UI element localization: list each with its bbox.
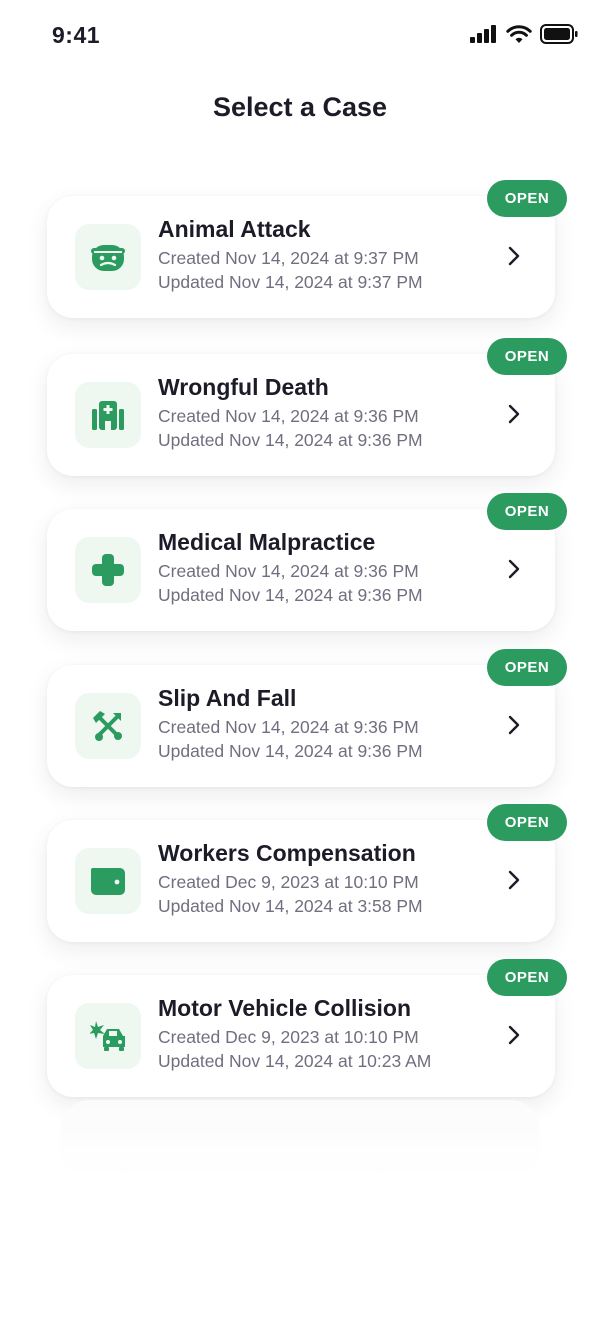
case-created-date: Created Dec 9, 2023 at 10:10 PM <box>158 1027 419 1047</box>
wifi-icon <box>506 25 532 43</box>
case-icon-box <box>75 1003 141 1069</box>
chevron-right-icon <box>508 559 520 579</box>
case-icon-box <box>75 848 141 914</box>
case-card-wrongful-death[interactable]: Wrongful Death Created Nov 14, 2024 at 9… <box>47 338 567 476</box>
medical-cross-icon <box>92 554 124 586</box>
status-badge: OPEN <box>487 959 567 996</box>
case-title: Medical Malpractice <box>158 529 376 555</box>
case-created-date: Created Nov 14, 2024 at 9:37 PM <box>158 248 419 268</box>
case-card-medical-malpractice[interactable]: Medical Malpractice Created Nov 14, 2024… <box>47 493 567 631</box>
case-updated-date: Updated Nov 14, 2024 at 3:58 PM <box>158 896 423 916</box>
case-card-animal-attack[interactable]: Animal Attack Created Nov 14, 2024 at 9:… <box>47 180 567 318</box>
case-title: Animal Attack <box>158 216 311 242</box>
case-updated-date: Updated Nov 14, 2024 at 9:36 PM <box>158 741 423 761</box>
chevron-right-icon <box>508 246 520 266</box>
page-title: Select a Case <box>212 92 388 122</box>
case-card-workers-compensation[interactable]: Workers Compensation Created Dec 9, 2023… <box>47 804 567 942</box>
status-bar: 9:41 <box>0 0 600 72</box>
chevron-right-icon <box>508 404 520 424</box>
case-updated-date: Updated Nov 14, 2024 at 10:23 AM <box>158 1051 432 1071</box>
cellular-signal-icon <box>470 25 496 43</box>
status-time: 9:41 <box>52 22 101 48</box>
list-bottom-fade <box>60 1100 540 1180</box>
hospital-icon <box>92 401 124 430</box>
crossed-tools-icon <box>93 711 122 741</box>
car-crash-icon <box>90 1021 125 1051</box>
case-icon-box <box>75 224 141 290</box>
animal-face-icon <box>91 245 125 271</box>
case-title: Wrongful Death <box>158 374 329 400</box>
chevron-right-icon <box>508 1025 520 1045</box>
case-title: Motor Vehicle Collision <box>158 995 412 1021</box>
status-badge: OPEN <box>487 804 567 841</box>
chevron-right-icon <box>508 715 520 735</box>
case-created-date: Created Nov 14, 2024 at 9:36 PM <box>158 406 419 426</box>
case-icon-box <box>75 693 141 759</box>
case-title: Workers Compensation <box>158 840 416 866</box>
case-created-date: Created Dec 9, 2023 at 10:10 PM <box>158 872 419 892</box>
case-icon-box <box>75 382 141 448</box>
case-icon-box <box>75 537 141 603</box>
case-title: Slip And Fall <box>158 685 297 711</box>
battery-icon <box>540 24 578 44</box>
case-card-slip-and-fall[interactable]: Slip And Fall Created Nov 14, 2024 at 9:… <box>47 649 567 787</box>
chevron-right-icon <box>508 870 520 890</box>
status-icons <box>470 24 578 44</box>
status-badge: OPEN <box>487 180 567 217</box>
case-created-date: Created Nov 14, 2024 at 9:36 PM <box>158 717 419 737</box>
wallet-icon <box>91 868 125 895</box>
status-badge: OPEN <box>487 493 567 530</box>
case-updated-date: Updated Nov 14, 2024 at 9:36 PM <box>158 585 423 605</box>
status-badge: OPEN <box>487 338 567 375</box>
case-created-date: Created Nov 14, 2024 at 9:36 PM <box>158 561 419 581</box>
status-badge: OPEN <box>487 649 567 686</box>
case-updated-date: Updated Nov 14, 2024 at 9:36 PM <box>158 430 423 450</box>
case-updated-date: Updated Nov 14, 2024 at 9:37 PM <box>158 272 423 292</box>
case-card-motor-vehicle-collision[interactable]: Motor Vehicle Collision Created Dec 9, 2… <box>47 959 567 1097</box>
